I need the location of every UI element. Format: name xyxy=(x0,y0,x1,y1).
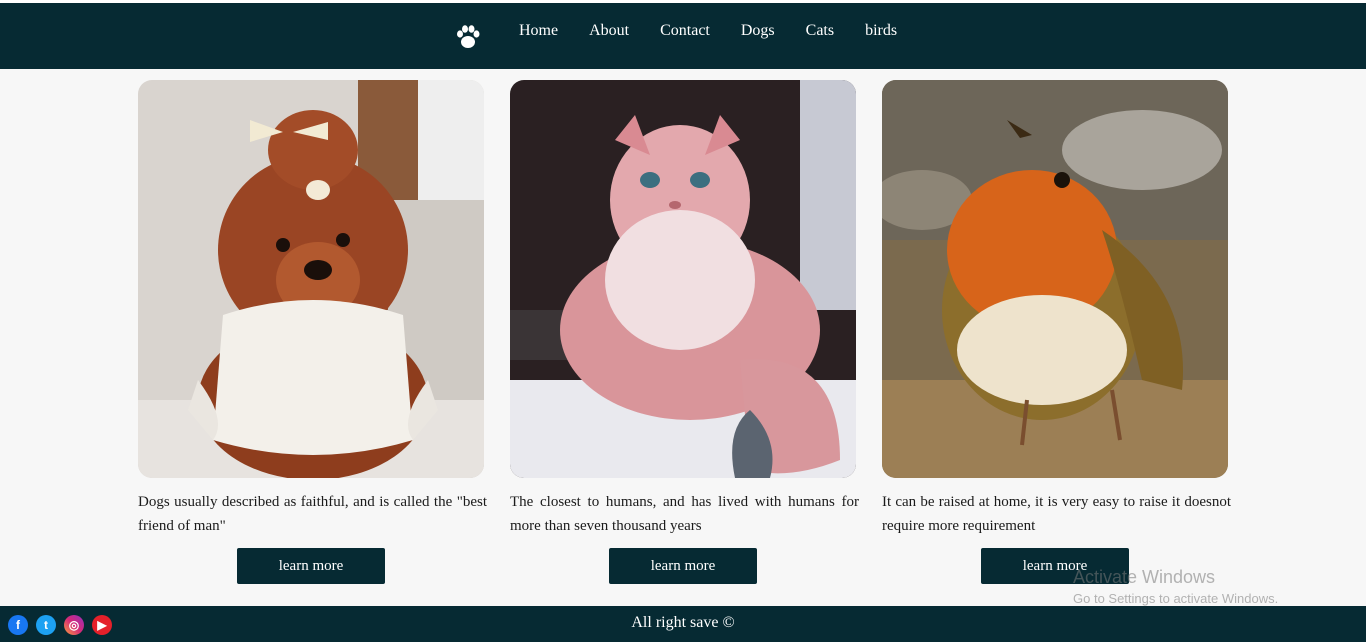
main-nav: Home About Contact Dogs Cats birds xyxy=(519,21,928,41)
cat-description: The closest to humans, and has lived wit… xyxy=(510,494,859,534)
dog-learn-more-button[interactable]: learn more xyxy=(237,548,385,584)
bird-image xyxy=(882,80,1228,478)
footer: f t ◎ ▶ All right save © xyxy=(0,606,1366,642)
windows-activation-watermark: Activate Windows Go to Settings to activ… xyxy=(1073,567,1278,606)
watermark-subtitle: Go to Settings to activate Windows. xyxy=(1073,591,1279,606)
nav-about[interactable]: About xyxy=(589,21,629,41)
bird-description: It can be raised at home, it is very eas… xyxy=(882,494,1231,534)
nav-birds[interactable]: birds xyxy=(865,21,897,41)
nav-contact[interactable]: Contact xyxy=(660,21,710,41)
cat-card: The closest to humans, and has lived wit… xyxy=(510,80,859,538)
dog-image xyxy=(138,80,484,478)
cat-image xyxy=(510,80,856,478)
nav-cats[interactable]: Cats xyxy=(806,21,834,41)
copyright-text: All right save © xyxy=(631,614,735,631)
nav-dogs[interactable]: Dogs xyxy=(741,21,775,41)
cat-learn-more-button[interactable]: learn more xyxy=(609,548,757,584)
navbar: Home About Contact Dogs Cats birds xyxy=(0,3,1366,69)
paw-icon[interactable] xyxy=(455,24,481,50)
nav-home[interactable]: Home xyxy=(519,21,558,41)
dog-card: Dogs usually described as faithful, and … xyxy=(138,80,487,538)
dog-description: Dogs usually described as faithful, and … xyxy=(138,494,487,534)
bird-card: It can be raised at home, it is very eas… xyxy=(882,80,1231,538)
watermark-title: Activate Windows xyxy=(1073,567,1216,587)
